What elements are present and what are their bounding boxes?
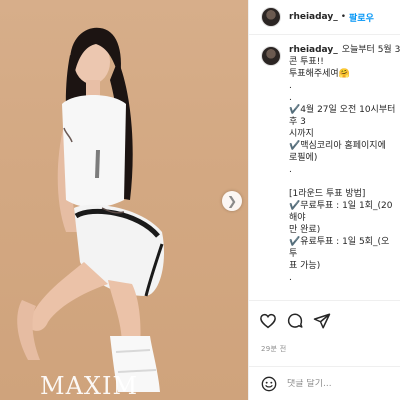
comment-input[interactable] — [287, 378, 397, 389]
caption-line: ✔️맥심코리아 홈페이지에 — [289, 141, 386, 151]
post-side-panel: rheiaday_ • 팔로우 rheiaday_ 오늘부터 5월 3 콘 투표!… — [248, 0, 400, 400]
caption-line: 표 가능) — [289, 261, 321, 271]
caption-line: 투표해주세여🤗 — [289, 69, 350, 79]
caption-line: 시까지 — [289, 129, 314, 139]
comment-bar — [249, 366, 400, 400]
caption-line: ✔️유료투표 : 1일 5회_(오 — [289, 237, 390, 247]
caption-body: rheiaday_ 오늘부터 5월 3 콘 투표!! 투표해주세여🤗 . . ✔️… — [289, 44, 400, 294]
caption-username[interactable]: rheiaday_ — [289, 45, 338, 55]
caption-line: [1라운드 투표 방법] — [289, 189, 366, 199]
header-username[interactable]: rheiaday_ — [289, 12, 338, 22]
caption-line: rheiaday_ 오늘부터 5월 3 — [289, 44, 400, 56]
caption-line: . — [289, 165, 292, 175]
next-photo-button[interactable]: ❯ — [222, 191, 242, 211]
caption-avatar[interactable] — [261, 46, 281, 66]
caption-line: 해야 — [289, 213, 306, 223]
action-bar — [249, 300, 400, 340]
caption-line: 만 완료) — [289, 225, 321, 235]
caption-line: . — [289, 273, 292, 283]
chevron-right-icon: ❯ — [226, 194, 238, 208]
emoji-icon[interactable] — [261, 376, 277, 392]
avatar[interactable] — [261, 7, 281, 27]
comment-icon[interactable] — [286, 312, 304, 330]
caption-line — [289, 176, 400, 188]
heart-icon[interactable] — [259, 312, 277, 330]
watermark-text: MAXIM — [40, 372, 139, 400]
caption-line: . — [289, 93, 292, 103]
caption: rheiaday_ 오늘부터 5월 3 콘 투표!! 투표해주세여🤗 . . ✔️… — [261, 44, 400, 294]
caption-line: . — [289, 81, 292, 91]
caption-line: 콘 투표!! — [289, 57, 324, 67]
post-photo[interactable]: MAXIM ❯ — [0, 0, 248, 400]
caption-line: ✔️4월 27일 오전 10시부터 — [289, 105, 396, 115]
caption-line: 후 3 — [289, 117, 306, 127]
post-header: rheiaday_ • 팔로우 — [249, 0, 400, 35]
caption-line: ✔️무료투표 : 1일 1회_(20 — [289, 201, 393, 211]
caption-line: 투 — [289, 249, 298, 259]
caption-text: 오늘부터 5월 3 — [341, 45, 400, 55]
model-illustration — [17, 27, 165, 392]
separator-dot: • — [340, 12, 347, 22]
follow-button[interactable]: 팔로우 — [349, 11, 374, 24]
post-timestamp: 29분 전 — [261, 345, 287, 353]
caption-line: 로필에) — [289, 153, 318, 163]
share-icon[interactable] — [313, 312, 331, 330]
